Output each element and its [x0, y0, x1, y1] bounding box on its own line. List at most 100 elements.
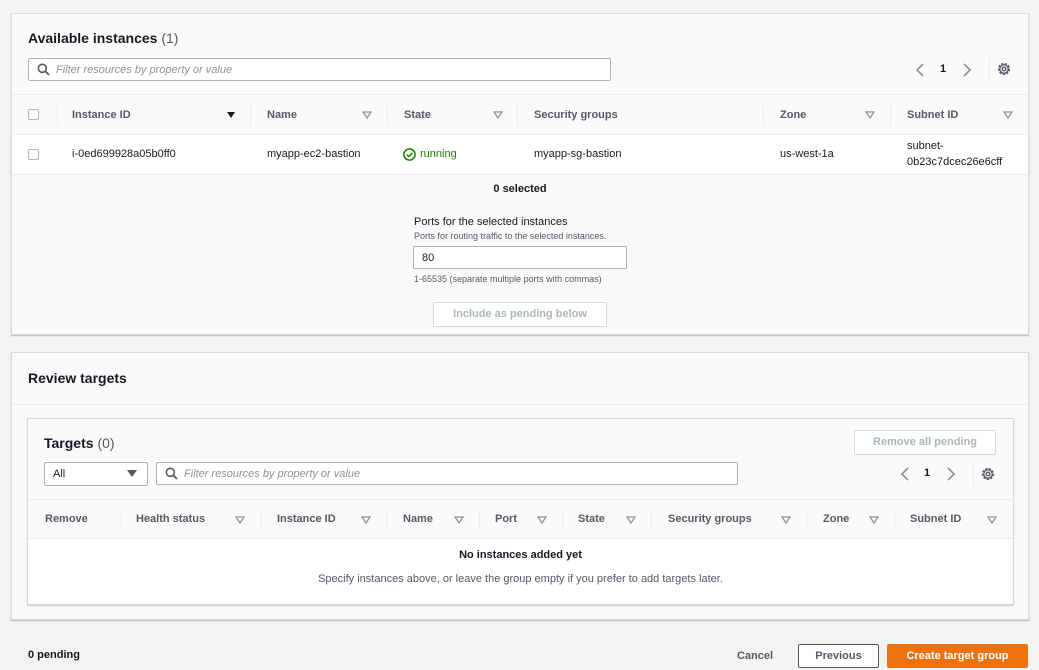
cancel-button[interactable]: Cancel	[725, 645, 785, 669]
review-targets-panel: Review targets Targets (0) Remove all pe…	[11, 352, 1029, 620]
chevron-left-icon[interactable]	[914, 62, 926, 78]
search-placeholder: Filter resources by property or value	[56, 64, 233, 76]
sort-icon[interactable]	[865, 110, 875, 120]
review-title-divider	[12, 404, 1028, 405]
column-label: Instance ID	[277, 513, 336, 525]
column-label: Security groups	[534, 108, 618, 121]
available-search-input[interactable]: Filter resources by property or value	[28, 58, 611, 81]
column-security-groups[interactable]: Security groups	[668, 500, 752, 538]
sort-icon[interactable]	[1003, 110, 1013, 120]
selected-count: 0 selected	[493, 183, 547, 195]
sort-icon[interactable]	[537, 515, 547, 525]
name-cell: myapp-ec2-bastion	[267, 148, 361, 160]
column-instance-id[interactable]: Instance ID	[277, 500, 336, 538]
column-label: Health status	[136, 513, 206, 525]
subnet-cell-line2: 0b23c7dcec26e6cff	[907, 156, 1003, 168]
column-subnet-id[interactable]: Subnet ID	[910, 500, 961, 538]
sort-icon[interactable]	[626, 515, 636, 525]
include-as-pending-button[interactable]: Include as pending below	[433, 302, 607, 327]
sort-icon[interactable]	[362, 110, 372, 120]
instance-id-cell[interactable]: i-0ed699928a05b0ff0	[72, 148, 176, 160]
caret-down-icon	[127, 470, 137, 477]
column-label: Security groups	[668, 513, 752, 525]
column-zone[interactable]: Zone	[780, 95, 806, 134]
select-all-checkbox[interactable]	[28, 109, 39, 120]
settings-gear-icon[interactable]	[980, 466, 996, 482]
page-number[interactable]: 1	[933, 63, 953, 75]
column-divider	[763, 105, 764, 126]
pagination-divider	[989, 58, 990, 81]
targets-table-header: Remove Health status Instance ID Name Po…	[28, 499, 1013, 539]
column-divider	[517, 105, 518, 126]
targets-filter-select[interactable]: All	[44, 462, 148, 486]
column-subnet-id[interactable]: Subnet ID	[907, 95, 958, 134]
column-label: Zone	[780, 108, 807, 121]
chevron-left-icon[interactable]	[899, 466, 911, 482]
column-port[interactable]: Port	[495, 500, 517, 538]
column-instance-id[interactable]: Instance ID	[72, 95, 131, 134]
column-divider	[121, 510, 122, 530]
sort-icon[interactable]	[987, 515, 997, 525]
empty-state: No instances added yet Specify instances…	[28, 539, 1013, 604]
available-count: (1)	[161, 30, 179, 46]
column-state[interactable]: State	[404, 95, 431, 134]
available-table-header: Instance ID Name State Security groups Z…	[12, 94, 1028, 135]
column-security-groups[interactable]: Security groups	[534, 95, 618, 134]
column-label: Name	[267, 108, 297, 121]
create-target-group-button[interactable]: Create target group	[887, 644, 1028, 668]
available-title-text: Available instances	[28, 30, 158, 46]
sort-descending-icon[interactable]	[226, 110, 236, 120]
column-divider	[250, 105, 251, 126]
column-remove: Remove	[45, 500, 88, 538]
targets-search-input[interactable]: Filter resources by property or value	[156, 462, 738, 485]
sort-icon[interactable]	[493, 110, 503, 120]
column-label: State	[404, 108, 431, 121]
targets-count: (0)	[97, 435, 115, 451]
targets-title-text: Targets	[44, 435, 94, 451]
available-instances-title: Available instances (1)	[28, 30, 178, 46]
pending-count: 0 pending	[28, 649, 80, 661]
empty-state-text: Specify instances above, or leave the gr…	[318, 573, 723, 585]
pagination-divider	[973, 462, 974, 485]
row-checkbox[interactable]	[28, 149, 39, 160]
status-running-icon	[403, 148, 416, 161]
ports-input[interactable]: 80	[413, 246, 627, 269]
column-label: Port	[495, 513, 517, 525]
remove-all-pending-button[interactable]: Remove all pending	[854, 430, 996, 455]
search-icon	[37, 63, 50, 76]
column-divider	[387, 105, 388, 126]
column-zone[interactable]: Zone	[823, 500, 849, 538]
sort-icon[interactable]	[781, 515, 791, 525]
available-pagination: 1	[910, 60, 990, 80]
column-divider	[57, 105, 58, 126]
previous-button[interactable]: Previous	[798, 644, 879, 668]
sort-icon[interactable]	[869, 515, 879, 525]
settings-gear-icon[interactable]	[996, 61, 1012, 77]
chevron-right-icon[interactable]	[945, 466, 957, 482]
column-divider	[651, 510, 652, 530]
column-name[interactable]: Name	[403, 500, 433, 538]
column-divider	[890, 105, 891, 126]
column-label: Subnet ID	[910, 513, 962, 525]
search-icon	[165, 467, 178, 480]
column-name[interactable]: Name	[267, 95, 297, 134]
security-groups-cell: myapp-sg-bastion	[534, 148, 622, 160]
chevron-right-icon[interactable]	[961, 62, 973, 78]
sort-icon[interactable]	[361, 515, 371, 525]
search-placeholder: Filter resources by property or value	[184, 468, 361, 480]
column-state[interactable]: State	[578, 500, 605, 538]
sort-icon[interactable]	[454, 515, 464, 525]
state-cell: running	[420, 148, 457, 160]
zone-cell: us-west-1a	[780, 148, 834, 160]
review-targets-title: Review targets	[28, 370, 127, 386]
ports-hint: 1-65535 (separate multiple ports with co…	[414, 274, 602, 284]
available-instances-panel: Available instances (1) Filter resources…	[11, 13, 1029, 335]
column-label: Instance ID	[72, 108, 131, 121]
table-row[interactable]: i-0ed699928a05b0ff0 myapp-ec2-bastion ru…	[12, 135, 1028, 175]
column-divider	[386, 510, 387, 530]
sort-icon[interactable]	[235, 515, 245, 525]
page-number[interactable]: 1	[917, 467, 937, 479]
column-label: State	[578, 513, 605, 525]
column-health-status[interactable]: Health status	[136, 500, 205, 538]
column-label: Remove	[45, 513, 88, 525]
